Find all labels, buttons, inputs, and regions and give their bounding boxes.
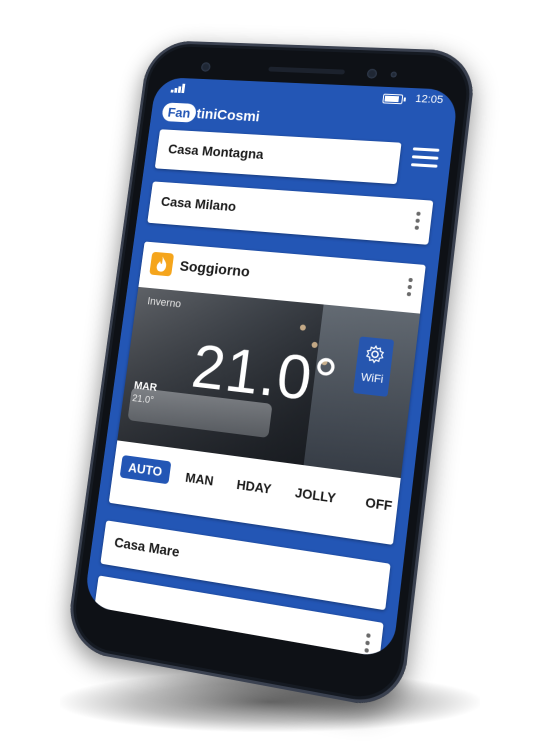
home-name: Casa Montagna <box>167 141 264 162</box>
proximity-sensor-icon <box>390 72 397 78</box>
home-card-casa-milano[interactable]: Casa Milano <box>147 181 433 244</box>
more-options-icon[interactable] <box>406 278 414 297</box>
mode-man-button[interactable]: MAN <box>184 470 214 489</box>
flame-icon <box>149 252 174 277</box>
wifi-settings-button[interactable]: WiFi <box>353 336 394 397</box>
logo-text: tiniCosmi <box>196 105 261 124</box>
app-screen: 12:05 Fan tiniCosmi Casa Montagna Casa M… <box>83 77 458 659</box>
mode-hday-button[interactable]: HDAY <box>236 477 272 497</box>
mode-off-button[interactable]: OFF <box>365 495 394 514</box>
app-logo: Fan tiniCosmi <box>161 100 261 129</box>
logo-badge: Fan <box>161 102 197 122</box>
more-options-icon[interactable] <box>363 633 371 653</box>
room-card-soggiorno[interactable]: Soggiorno Inverno 21.0° MAR 21.0° WiFi A… <box>109 242 426 545</box>
stage: 12:05 Fan tiniCosmi Casa Montagna Casa M… <box>0 0 533 753</box>
signal-bars-icon <box>171 83 187 93</box>
home-name: Casa Milano <box>160 193 237 214</box>
season-label: Inverno <box>147 296 182 311</box>
speaker-grille <box>268 67 345 75</box>
lamp-dot <box>300 324 307 331</box>
hamburger-menu-icon[interactable] <box>411 147 440 168</box>
gear-icon <box>364 343 387 365</box>
wifi-label: WiFi <box>354 371 390 387</box>
sensor-icon <box>201 62 211 72</box>
battery-icon <box>382 94 403 105</box>
home-name: Casa Mare <box>113 534 180 560</box>
mode-jolly-button[interactable]: JOLLY <box>294 485 336 506</box>
room-name: Soggiorno <box>179 258 251 281</box>
mode-auto-button[interactable]: AUTO <box>120 455 171 484</box>
more-options-icon[interactable] <box>414 212 422 230</box>
smartphone: 12:05 Fan tiniCosmi Casa Montagna Casa M… <box>65 40 478 711</box>
front-camera-icon <box>367 69 378 79</box>
status-time: 12:05 <box>415 93 444 106</box>
home-card-casa-montagna[interactable]: Casa Montagna <box>155 129 402 184</box>
